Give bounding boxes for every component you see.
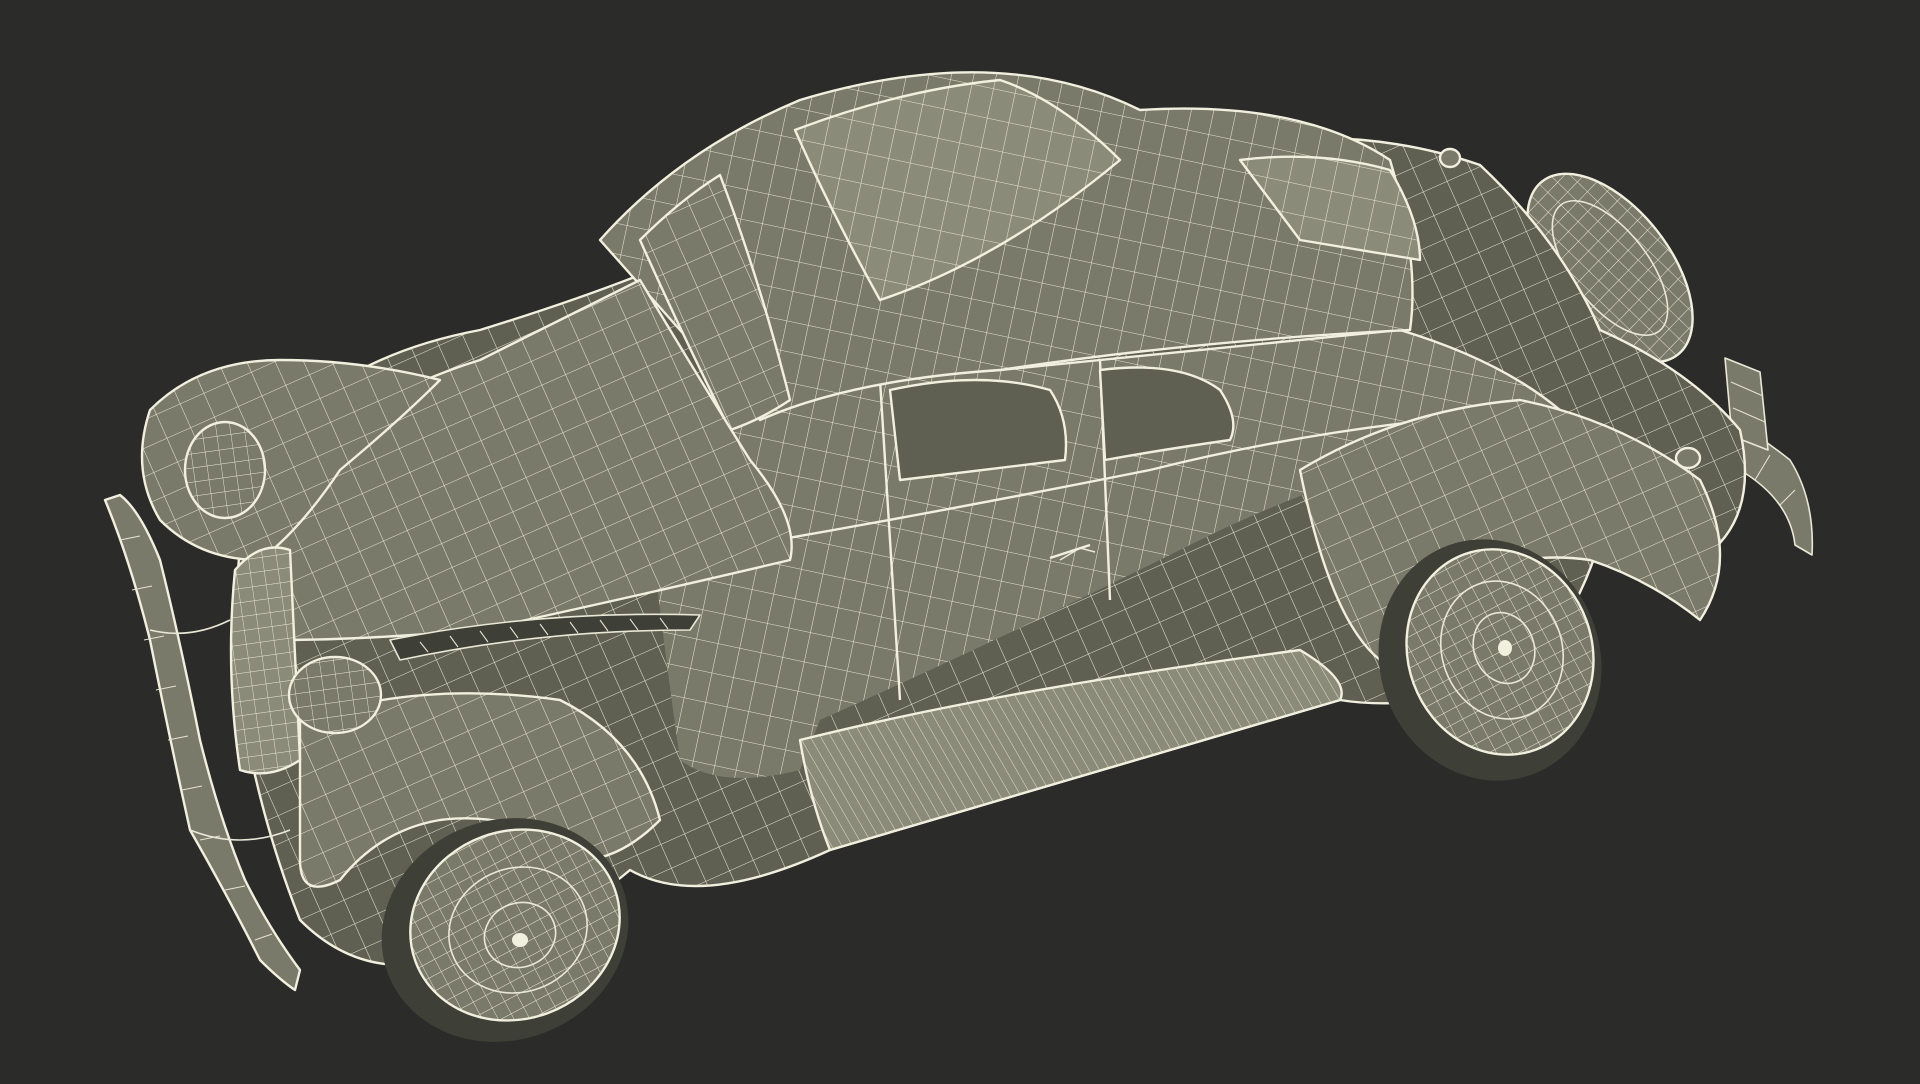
car-wireframe-render	[103, 71, 1814, 1042]
headlight-right	[287, 655, 383, 735]
viewport	[0, 0, 1920, 1080]
rear-light	[1674, 446, 1702, 470]
roof-antenna	[1438, 147, 1462, 169]
radiator-grille	[229, 546, 302, 775]
headlight-left	[183, 420, 267, 520]
